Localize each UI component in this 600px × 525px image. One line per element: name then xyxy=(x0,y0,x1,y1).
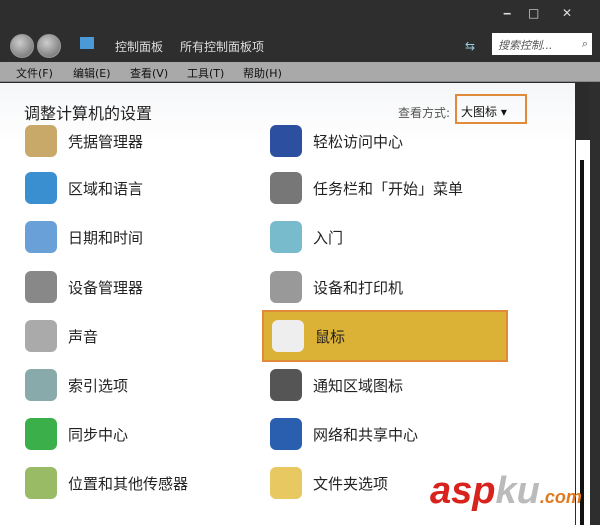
breadcrumb-control-panel[interactable]: 控制面板 xyxy=(115,38,163,55)
item-label: 鼠标 xyxy=(315,328,346,346)
control-panel-item[interactable]: 入门 xyxy=(270,217,510,257)
item-icon xyxy=(25,369,57,401)
control-panel-item[interactable]: 日期和时间 xyxy=(25,217,265,257)
item-icon xyxy=(270,125,302,157)
item-icon xyxy=(25,172,57,204)
search-icon[interactable]: ⌕ xyxy=(582,37,588,51)
item-label: 通知区域图标 xyxy=(313,377,404,395)
item-label: 区域和语言 xyxy=(68,180,144,198)
refresh-icon[interactable]: ⇆ xyxy=(465,39,475,53)
title-bar: ‒ □ ✕ xyxy=(0,0,600,30)
control-panel-item[interactable]: 轻松访问中心 xyxy=(270,121,510,161)
control-panel-item[interactable]: 区域和语言 xyxy=(25,168,265,208)
control-panel-item[interactable]: 索引选项 xyxy=(25,365,265,405)
scrollbar[interactable] xyxy=(576,140,590,525)
item-icon xyxy=(25,221,57,253)
watermark-logo: aspku.com xyxy=(430,470,582,512)
control-panel-item[interactable]: 同步中心 xyxy=(25,414,265,454)
close-button[interactable]: ✕ xyxy=(562,6,572,20)
item-icon xyxy=(272,320,304,352)
menu-help[interactable]: 帮助(H) xyxy=(243,65,282,81)
view-by-dropdown[interactable]: 大图标 ▾ xyxy=(455,94,527,124)
item-label: 日期和时间 xyxy=(68,229,144,247)
window-frame xyxy=(590,82,600,525)
maximize-button[interactable]: □ xyxy=(528,6,539,20)
control-panel-item[interactable]: 任务栏和「开始」菜单 xyxy=(270,168,510,208)
item-label: 位置和其他传感器 xyxy=(68,475,189,493)
item-icon xyxy=(25,271,57,303)
item-icon xyxy=(25,125,57,157)
forward-button[interactable] xyxy=(37,34,61,58)
item-label: 网络和共享中心 xyxy=(313,426,419,444)
item-icon xyxy=(270,467,302,499)
control-panel-item[interactable]: 位置和其他传感器 xyxy=(25,463,265,503)
menu-edit[interactable]: 编辑(E) xyxy=(73,65,111,81)
control-panel-item[interactable]: 声音 xyxy=(25,316,265,356)
item-label: 设备和打印机 xyxy=(313,279,404,297)
control-panel-item[interactable]: 鼠标 xyxy=(262,310,508,362)
item-label: 轻松访问中心 xyxy=(313,133,404,151)
search-placeholder: 搜索控制... xyxy=(498,39,553,52)
item-label: 声音 xyxy=(68,328,99,346)
back-button[interactable] xyxy=(10,34,34,58)
address-bar: 控制面板 所有控制面板项 ⇆ 搜索控制... ⌕ xyxy=(0,30,600,62)
control-panel-icon xyxy=(80,37,94,49)
item-icon xyxy=(270,172,302,204)
control-panel-item[interactable]: 网络和共享中心 xyxy=(270,414,510,454)
menu-tools[interactable]: 工具(T) xyxy=(187,65,224,81)
content-pane: 调整计算机的设置 查看方式: 大图标 ▾ 凭据管理器 区域和语言 日期和时间 设备管理… xyxy=(0,83,575,525)
item-label: 文件夹选项 xyxy=(313,475,389,493)
menu-view[interactable]: 查看(V) xyxy=(130,65,168,81)
item-icon xyxy=(270,221,302,253)
breadcrumb-all-items[interactable]: 所有控制面板项 xyxy=(180,38,264,55)
item-label: 设备管理器 xyxy=(68,279,144,297)
item-label: 入门 xyxy=(313,229,344,247)
menu-bar: 文件(F) 编辑(E) 查看(V) 工具(T) 帮助(H) xyxy=(0,62,600,82)
control-panel-item[interactable]: 通知区域图标 xyxy=(270,365,510,405)
item-label: 凭据管理器 xyxy=(68,133,144,151)
item-icon xyxy=(270,369,302,401)
item-label: 索引选项 xyxy=(68,377,129,395)
control-panel-item[interactable]: 设备管理器 xyxy=(25,267,265,307)
minimize-button[interactable]: ‒ xyxy=(503,6,511,20)
control-panel-item[interactable]: 凭据管理器 xyxy=(25,121,265,161)
item-label: 同步中心 xyxy=(68,426,129,444)
item-label: 任务栏和「开始」菜单 xyxy=(313,180,464,198)
item-icon xyxy=(25,418,57,450)
search-input[interactable]: 搜索控制... ⌕ xyxy=(492,33,592,55)
item-icon xyxy=(25,467,57,499)
item-icon xyxy=(25,320,57,352)
menu-file[interactable]: 文件(F) xyxy=(16,65,53,81)
item-icon xyxy=(270,418,302,450)
view-by-label: 查看方式: xyxy=(398,106,451,120)
control-panel-item[interactable]: 设备和打印机 xyxy=(270,267,510,307)
item-icon xyxy=(270,271,302,303)
